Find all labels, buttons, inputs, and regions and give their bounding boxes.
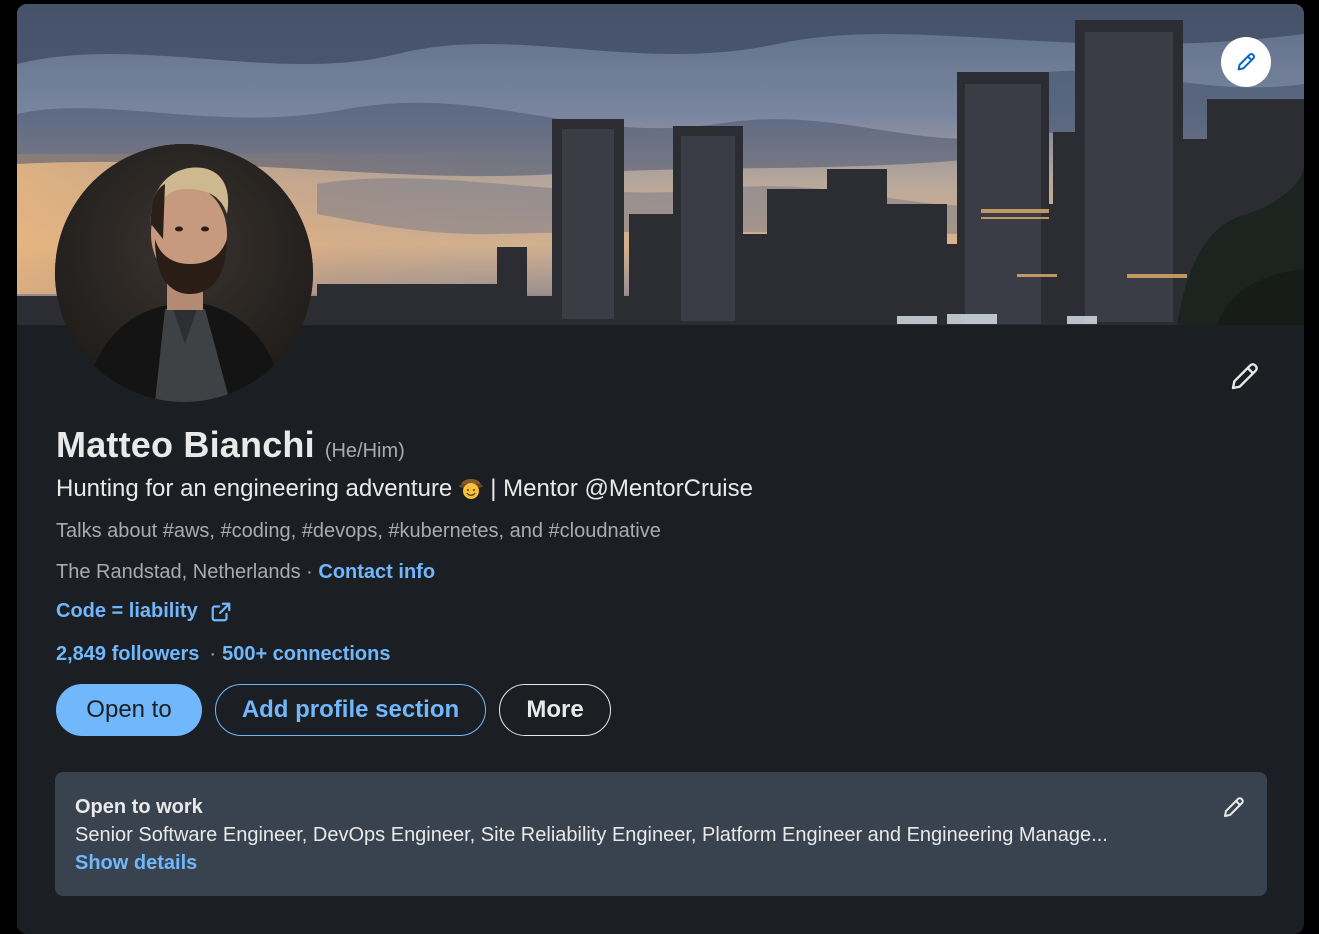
location-separator: · xyxy=(306,561,313,583)
edit-open-to-work-button[interactable] xyxy=(1217,790,1251,824)
talks-about: Talks about #aws, #coding, #devops, #kub… xyxy=(56,520,661,542)
pencil-icon xyxy=(1237,52,1256,71)
pencil-icon xyxy=(1224,797,1244,817)
headline: Hunting for an engineering adventure | M… xyxy=(56,474,753,503)
profile-card: Matteo Bianchi (He/Him) Hunting for an e… xyxy=(17,4,1304,934)
location: The Randstad, Netherlands xyxy=(56,561,301,583)
open-to-button[interactable]: Open to xyxy=(56,684,202,736)
website-link[interactable]: Code = liability xyxy=(56,600,198,623)
pronouns: (He/Him) xyxy=(324,440,405,462)
edit-banner-button[interactable] xyxy=(1221,37,1271,87)
location-row: The Randstad, Netherlands · Contact info xyxy=(56,561,435,584)
name-row: Matteo Bianchi (He/Him) xyxy=(56,424,405,466)
contact-info-link[interactable]: Contact info xyxy=(318,561,435,583)
open-to-work-title: Open to work xyxy=(75,796,203,818)
connections-link[interactable]: 500+ connections xyxy=(222,643,390,665)
profile-name: Matteo Bianchi xyxy=(56,424,315,465)
network-separator: · xyxy=(209,643,217,665)
show-details-link[interactable]: Show details xyxy=(75,852,197,875)
cowboy-hat-face-emoji-icon xyxy=(458,474,484,500)
followers-link[interactable]: 2,849 followers xyxy=(56,643,199,665)
headline-text: Hunting for an engineering adventure xyxy=(56,475,453,502)
add-profile-section-button[interactable]: Add profile section xyxy=(215,684,486,736)
open-to-work-card: Open to work Senior Software Engineer, D… xyxy=(55,772,1267,896)
website-row: Code = liability xyxy=(56,600,232,623)
open-to-work-roles: Senior Software Engineer, DevOps Enginee… xyxy=(75,824,1108,846)
edit-intro-button[interactable] xyxy=(1225,356,1265,396)
more-button[interactable]: More xyxy=(499,684,611,736)
pencil-icon xyxy=(1231,363,1258,390)
profile-photo[interactable] xyxy=(55,144,313,402)
network-row: 2,849 followers · 500+ connections xyxy=(56,643,390,666)
external-link-icon[interactable] xyxy=(210,601,232,623)
headline-mentor: | Mentor @MentorCruise xyxy=(490,475,753,502)
avatar-image xyxy=(55,144,313,402)
